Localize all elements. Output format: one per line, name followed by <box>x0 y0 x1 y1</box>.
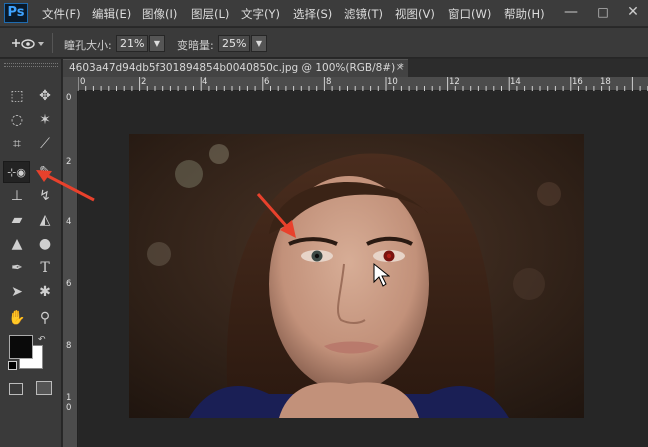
ruler-label: 0 <box>66 403 72 413</box>
horizontal-ruler: 0 2 4 6 8 10 12 14 16 18 <box>78 77 648 91</box>
darken-amount-input[interactable]: 25% <box>218 35 250 52</box>
menu-help[interactable]: 帮助(H) <box>504 6 545 22</box>
menu-edit[interactable]: 编辑(E) <box>92 6 131 22</box>
screen-mode-icon[interactable] <box>36 381 52 395</box>
eyedropper-tool-icon[interactable]: ⟋ <box>32 133 58 155</box>
zoom-tool-icon[interactable]: ⚲ <box>32 307 58 329</box>
maximize-button[interactable]: □ <box>590 2 616 24</box>
document-tab-bar: 4603a47d94db5f301894854b0040850c.jpg @ 1… <box>63 59 648 77</box>
ruler-label: 14 <box>510 77 521 87</box>
pen-tool-icon[interactable]: ✒ <box>4 257 30 279</box>
menu-type[interactable]: 文字(Y) <box>241 6 280 22</box>
standard-mode-icon[interactable] <box>9 383 23 395</box>
menu-filter[interactable]: 滤镜(T) <box>344 6 383 22</box>
red-eye-tool-icon[interactable]: ⊹◉ <box>3 161 30 183</box>
mouse-cursor-icon <box>373 262 390 287</box>
close-document-icon[interactable]: × <box>393 59 407 77</box>
chevron-down-icon: ▼ <box>255 39 263 48</box>
panel-grip[interactable] <box>4 63 58 67</box>
crop-tool-icon[interactable]: ⌗ <box>4 133 30 155</box>
pupil-size-input[interactable]: 21% <box>116 35 148 52</box>
ruler-label: 0 <box>66 93 72 103</box>
options-bar: 瞳孔大小: 21% ▼ 变暗量: 25% ▼ <box>0 28 648 58</box>
swap-colors-icon[interactable]: ↶ <box>38 335 48 345</box>
darken-amount-dropdown[interactable]: ▼ <box>251 35 267 52</box>
ruler-label: 4 <box>202 77 208 87</box>
blur-tool-icon[interactable]: ▲ <box>4 233 30 255</box>
ruler-label: 10 <box>387 77 398 87</box>
annotation-arrow-icon <box>256 193 296 238</box>
ruler-label: 1 <box>66 393 72 403</box>
close-window-button[interactable]: ✕ <box>620 2 646 24</box>
menu-window[interactable]: 窗口(W) <box>448 6 491 22</box>
pupil-size-dropdown[interactable]: ▼ <box>149 35 165 52</box>
ruler-label: 2 <box>141 77 147 87</box>
portrait-image <box>129 134 584 418</box>
default-colors-icon[interactable] <box>8 361 17 370</box>
magic-wand-tool-icon[interactable]: ✶ <box>32 109 58 131</box>
eraser-tool-icon[interactable]: ▰ <box>4 209 30 231</box>
ruler-label: 6 <box>264 77 270 87</box>
ruler-label: 18 <box>600 77 611 87</box>
path-select-tool-icon[interactable]: ➤ <box>4 281 30 303</box>
darken-amount-label: 变暗量: <box>177 39 214 52</box>
foreground-color-swatch[interactable] <box>9 335 33 359</box>
annotation-arrow-icon <box>36 170 95 202</box>
ruler-label: 8 <box>326 77 332 87</box>
dodge-tool-icon[interactable]: ● <box>32 233 58 255</box>
portrait-photo[interactable] <box>129 134 584 418</box>
red-eye-tool-icon <box>12 39 44 49</box>
document-title: 4603a47d94db5f301894854b0040850c.jpg @ 1… <box>69 62 404 74</box>
ruler-ticks <box>78 77 648 91</box>
ruler-label: 16 <box>572 77 583 87</box>
ruler-label: 8 <box>66 341 72 351</box>
menu-image[interactable]: 图像(I) <box>142 6 177 22</box>
toolbox-panel: ⬚ ✥ ◌ ✶ ⌗ ⟋ ⊹◉ ✎ ⊥ ↯ ▰ ◭ ▲ ● ✒ T ➤ ✱ ✋ ⚲… <box>0 59 62 447</box>
stamp-tool-icon[interactable]: ⊥ <box>4 185 30 207</box>
marquee-tool-icon[interactable]: ⬚ <box>4 85 30 107</box>
minimize-button[interactable]: — <box>558 2 584 24</box>
paint-bucket-tool-icon[interactable]: ◭ <box>32 209 58 231</box>
document-tab[interactable]: 4603a47d94db5f301894854b0040850c.jpg @ 1… <box>63 59 408 77</box>
divider <box>52 33 53 53</box>
shape-tool-icon[interactable]: ✱ <box>32 281 58 303</box>
photoshop-logo: Ps <box>4 3 28 23</box>
hand-tool-icon[interactable]: ✋ <box>4 307 30 329</box>
menu-select[interactable]: 选择(S) <box>293 6 332 22</box>
chevron-down-icon: ▼ <box>153 39 161 48</box>
type-tool-icon[interactable]: T <box>32 257 58 279</box>
menu-layer[interactable]: 图层(L) <box>191 6 229 22</box>
menu-file[interactable]: 文件(F) <box>42 6 81 22</box>
menu-bar: Ps 文件(F) 编辑(E) 图像(I) 图层(L) 文字(Y) 选择(S) 滤… <box>0 0 648 27</box>
ruler-label: 4 <box>66 217 72 227</box>
ruler-label: 12 <box>449 77 460 87</box>
ruler-origin[interactable] <box>63 77 78 91</box>
ruler-label: 6 <box>66 279 72 289</box>
ruler-label: 0 <box>80 77 86 87</box>
pupil-size-label: 瞳孔大小: <box>64 39 112 52</box>
menu-view[interactable]: 视图(V) <box>395 6 435 22</box>
move-tool-icon[interactable]: ✥ <box>32 85 58 107</box>
chevron-down-icon <box>38 42 44 46</box>
tool-preset-picker[interactable] <box>6 32 46 54</box>
vertical-ruler: 0 2 4 6 8 1 0 <box>63 91 78 447</box>
lasso-tool-icon[interactable]: ◌ <box>4 109 30 131</box>
